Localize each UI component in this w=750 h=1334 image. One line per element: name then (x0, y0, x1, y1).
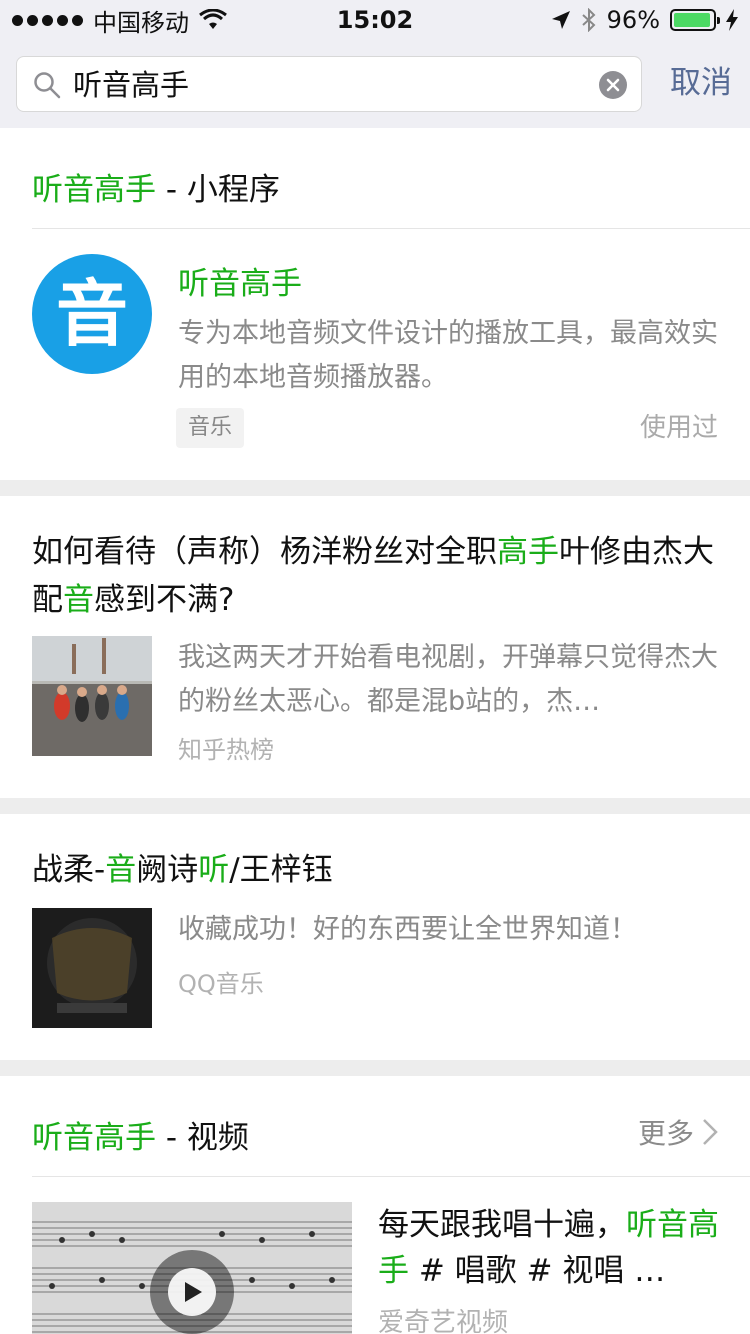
more-button[interactable]: 更多 (638, 1112, 718, 1152)
mini-program-logo[interactable]: 音 (32, 254, 152, 374)
battery-percent: 96% (606, 6, 660, 34)
article-snippet: 我这两天才开始看电视剧，开弹幕只觉得杰大的粉丝太恶心。都是混b站的，杰… (178, 642, 718, 717)
section-title: 听音高手 - 视频 (32, 1120, 249, 1156)
music-thumbnail (32, 908, 152, 1028)
clear-icon[interactable] (599, 71, 627, 99)
chevron-right-icon (703, 1119, 718, 1145)
status-right: 96% (551, 6, 738, 34)
music-snippet: 收藏成功！好的东西要让全世界知道！ (178, 914, 637, 945)
search-result-article[interactable]: 如何看待（声称）杨洋粉丝对全职高手叶修由杰大配音感到不满? 我这两天才开始看电视… (0, 496, 750, 798)
video-title[interactable]: 每天跟我唱十遍，听音高手 # 唱歌 # 视唱 … (378, 1202, 723, 1294)
mini-program-description: 专为本地音频文件设计的播放工具，最高效实用的本地音频播放器。 (178, 318, 718, 393)
search-result-music[interactable]: 战柔-音阙诗听/王梓钰 收藏成功！好的东西要让全世界知道！ QQ音乐 (0, 814, 750, 1060)
article-thumbnail (32, 636, 152, 756)
bluetooth-icon (581, 8, 596, 32)
status-bar: 中国移动 15:02 96% (0, 0, 750, 40)
battery-icon (670, 9, 720, 31)
music-title: 战柔-音阙诗听/王梓钰 (32, 852, 333, 888)
section-title: 听音高手 - 小程序 (32, 172, 280, 208)
divider (32, 228, 750, 229)
mini-program-name[interactable]: 听音高手 (178, 258, 302, 303)
mini-program-card: 听音高手 - 小程序 音 听音高手 专为本地音频文件设计的播放工具，最高效实用的… (0, 128, 750, 480)
category-tag: 音乐 (176, 408, 245, 448)
search-input[interactable]: 听音高手 (16, 56, 642, 112)
charging-bolt-icon (726, 9, 738, 31)
divider (32, 1176, 750, 1177)
search-query: 听音高手 (73, 68, 190, 102)
video-thumbnail[interactable] (32, 1202, 352, 1334)
cancel-button[interactable]: 取消 (670, 58, 732, 108)
battery-fill (674, 13, 711, 27)
music-source: QQ音乐 (178, 970, 264, 998)
search-bar: 听音高手 取消 (0, 40, 750, 128)
video-source: 爱奇艺视频 (378, 1308, 509, 1334)
video-section: 听音高手 - 视频 更多 每天跟我唱十遍，听音高手 # 唱歌 # 视唱 … 爱奇… (0, 1076, 750, 1334)
search-icon (34, 72, 61, 99)
used-status: 使用过 (639, 413, 718, 443)
article-source: 知乎热榜 (178, 736, 274, 764)
article-title: 如何看待（声称）杨洋粉丝对全职高手叶修由杰大配音感到不满? (32, 534, 714, 618)
location-arrow-icon (551, 11, 570, 29)
